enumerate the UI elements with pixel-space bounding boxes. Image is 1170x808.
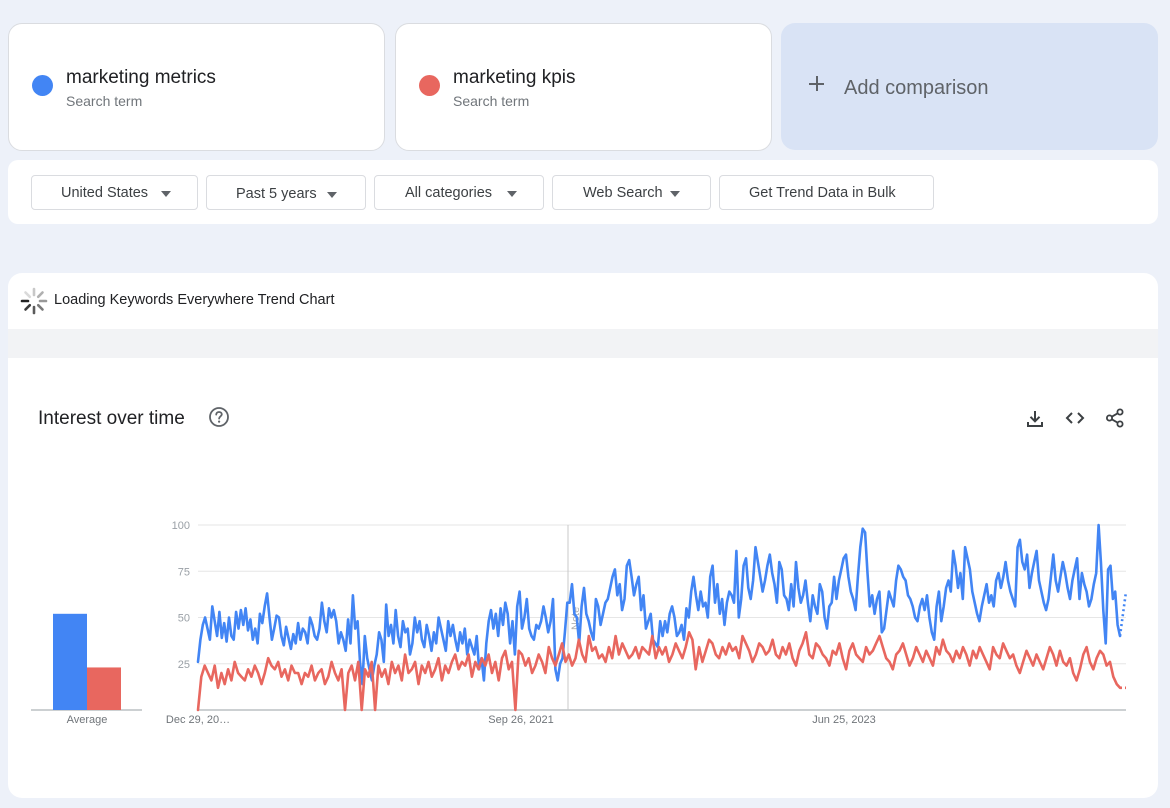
interest-over-time-card: Interest over time Note Average 25 50 75 10… xyxy=(8,358,1158,798)
add-comparison-label: Add comparison xyxy=(844,77,989,99)
chart-grid: Note xyxy=(198,524,1126,711)
term-name[interactable]: marketing kpis xyxy=(453,67,576,89)
term-card-marketing-kpis[interactable]: marketing kpis Search term xyxy=(395,23,772,151)
search-type-dropdown[interactable]: Web Search xyxy=(552,175,711,210)
chevron-down-icon xyxy=(327,192,337,198)
category-dropdown[interactable]: All categories xyxy=(374,175,544,210)
keywords-everywhere-label: Loading Keywords Everywhere Trend Chart xyxy=(54,292,335,308)
y-tick-label: 75 xyxy=(178,566,190,578)
bulk-trend-data-label: Get Trend Data in Bulk xyxy=(749,185,896,201)
term-color-dot xyxy=(32,75,53,96)
chevron-down-icon xyxy=(670,191,680,197)
x-tick-label: Jun 25, 2023 xyxy=(812,714,876,726)
series-line[interactable] xyxy=(196,523,1122,686)
time-range-dropdown[interactable]: Past 5 years xyxy=(206,175,366,210)
bulk-trend-data-button[interactable]: Get Trend Data in Bulk xyxy=(719,175,934,210)
keywords-everywhere-strip: Loading Keywords Everywhere Trend Chart xyxy=(8,273,1158,329)
series-partial-tail xyxy=(1118,591,1128,637)
section-divider xyxy=(8,329,1158,358)
term-subtitle: Search term xyxy=(453,93,530,109)
y-tick-label: 25 xyxy=(178,659,190,671)
term-card-marketing-metrics[interactable]: marketing metrics Search term xyxy=(8,23,385,151)
average-label: Average xyxy=(67,714,108,726)
location-value: United States xyxy=(61,185,149,201)
x-tick-label: Dec 29, 20… xyxy=(166,714,230,726)
interest-over-time-chart: Note Average 25 50 75 100 Dec 29, 20… Sep 26,… xyxy=(31,520,1128,726)
chevron-down-icon xyxy=(161,191,171,197)
term-subtitle: Search term xyxy=(66,93,143,109)
time-range-value: Past 5 years xyxy=(236,186,317,202)
category-value: All categories xyxy=(405,185,493,201)
location-dropdown[interactable]: United States xyxy=(31,175,198,210)
average-bars: Average xyxy=(31,613,142,726)
y-tick-label: 100 xyxy=(172,520,190,532)
add-comparison-button[interactable]: Add comparison xyxy=(781,23,1158,150)
term-color-dot xyxy=(419,75,440,96)
y-tick-label: 50 xyxy=(178,613,190,625)
average-bar[interactable] xyxy=(87,667,121,710)
x-tick-label: Sep 26, 2021 xyxy=(488,714,553,726)
search-type-value: Web Search xyxy=(583,185,663,201)
chevron-down-icon xyxy=(507,191,517,197)
term-name[interactable]: marketing metrics xyxy=(66,67,216,89)
filter-bar: United States Past 5 years All categorie… xyxy=(8,160,1158,224)
average-bar[interactable] xyxy=(53,613,87,710)
spinner-icon xyxy=(20,287,48,315)
plus-icon xyxy=(807,73,827,93)
